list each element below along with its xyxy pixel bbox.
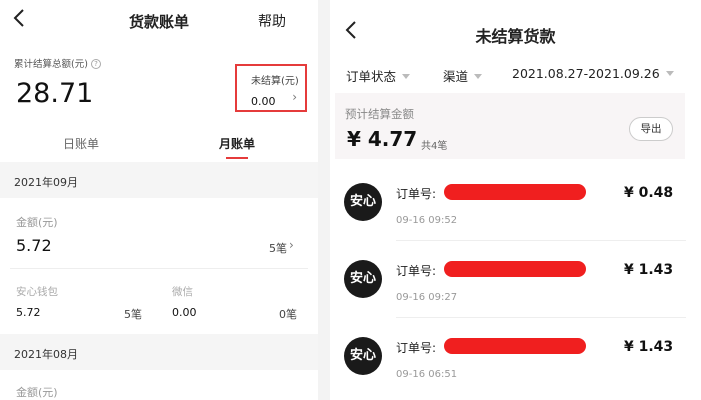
settlement-summary: 预计结算金额 ¥ 4.77 共4笔 导出: [335, 93, 685, 159]
caret-down-icon: [665, 71, 674, 76]
tab-daily-bill[interactable]: 日账单: [63, 135, 99, 152]
redaction-mark: [444, 261, 586, 277]
wallet-label: 安心钱包: [16, 286, 58, 298]
order-number-label: 订单号:: [396, 341, 437, 355]
total-settled-label: 累计结算总额(元)?: [14, 56, 101, 70]
order-row[interactable]: 安心 订单号: 09-16 06:51 ¥ 1.43: [330, 325, 701, 395]
month-amount: 5.72: [16, 236, 52, 255]
unsettled-panel: 未结算货款 订单状态 渠道 2021.08.27-2021.09.26 预计结算…: [330, 0, 701, 400]
caret-down-icon: [402, 74, 411, 79]
order-row[interactable]: 安心 订单号: 09-16 09:52 ¥ 0.48: [330, 171, 701, 241]
order-amount: ¥ 0.48: [624, 185, 674, 201]
summary-label: 预计结算金额: [345, 107, 414, 121]
amount-label: 金额(元): [16, 216, 58, 229]
divider: [396, 317, 686, 318]
filter-order-status[interactable]: 订单状态: [346, 66, 411, 85]
chevron-right-icon[interactable]: ›: [289, 238, 294, 252]
order-number-label: 订单号:: [396, 187, 437, 201]
month-count[interactable]: 5笔: [269, 240, 287, 256]
amount-label: 金额(元): [16, 386, 58, 399]
filter-label: 渠道: [443, 69, 469, 84]
order-time: 09-16 06:51: [396, 369, 458, 380]
redaction-mark: [444, 184, 586, 200]
divider: [10, 268, 308, 269]
total-settled-value: 28.71: [16, 78, 94, 109]
order-time: 09-16 09:52: [396, 215, 458, 226]
panel-divider: [318, 0, 330, 400]
caret-down-icon: [474, 74, 483, 79]
total-settled-label-text: 累计结算总额(元): [14, 59, 88, 70]
unsettled-card[interactable]: 未结算(元) 0.00 ›: [235, 64, 307, 112]
wechat-label: 微信: [172, 286, 193, 298]
bill-tabs: 日账单 月账单: [0, 128, 318, 160]
wallet-amount: 5.72: [16, 306, 41, 319]
order-time: 09-16 09:27: [396, 292, 458, 303]
summary-count: 共4笔: [421, 141, 448, 152]
chevron-right-icon: ›: [292, 90, 297, 104]
bill-overview-panel: 货款账单 帮助 累计结算总额(元)? 28.71 未结算(元) 0.00 › 日…: [0, 0, 318, 400]
unsettled-label: 未结算(元): [251, 76, 299, 87]
anxin-logo: 安心: [344, 260, 382, 298]
filter-channel[interactable]: 渠道: [443, 66, 483, 85]
page-title: 未结算货款: [475, 27, 556, 46]
filter-label: 2021.08.27-2021.09.26: [512, 66, 660, 81]
filter-date-range[interactable]: 2021.08.27-2021.09.26: [512, 66, 674, 81]
month-header: 2021年08月: [0, 334, 318, 370]
wallet-count: 5笔: [124, 308, 142, 321]
active-tab-indicator: [226, 157, 248, 159]
summary-value: ¥ 4.77: [347, 127, 418, 151]
tab-monthly-bill[interactable]: 月账单: [219, 135, 255, 152]
order-amount: ¥ 1.43: [624, 262, 674, 278]
wechat-count: 0笔: [279, 308, 297, 321]
divider: [396, 240, 686, 241]
filter-label: 订单状态: [346, 69, 397, 84]
info-icon[interactable]: ?: [90, 59, 101, 69]
export-button[interactable]: 导出: [629, 117, 673, 141]
help-link[interactable]: 帮助: [258, 11, 286, 31]
anxin-logo: 安心: [344, 183, 382, 221]
wechat-amount: 0.00: [172, 306, 197, 319]
order-row[interactable]: 安心 订单号: 09-16 09:27 ¥ 1.43: [330, 248, 701, 318]
redaction-mark: [444, 338, 586, 354]
order-amount: ¥ 1.43: [624, 339, 674, 355]
order-number-label: 订单号:: [396, 264, 437, 278]
month-header: 2021年09月: [0, 162, 318, 198]
anxin-logo: 安心: [344, 337, 382, 375]
